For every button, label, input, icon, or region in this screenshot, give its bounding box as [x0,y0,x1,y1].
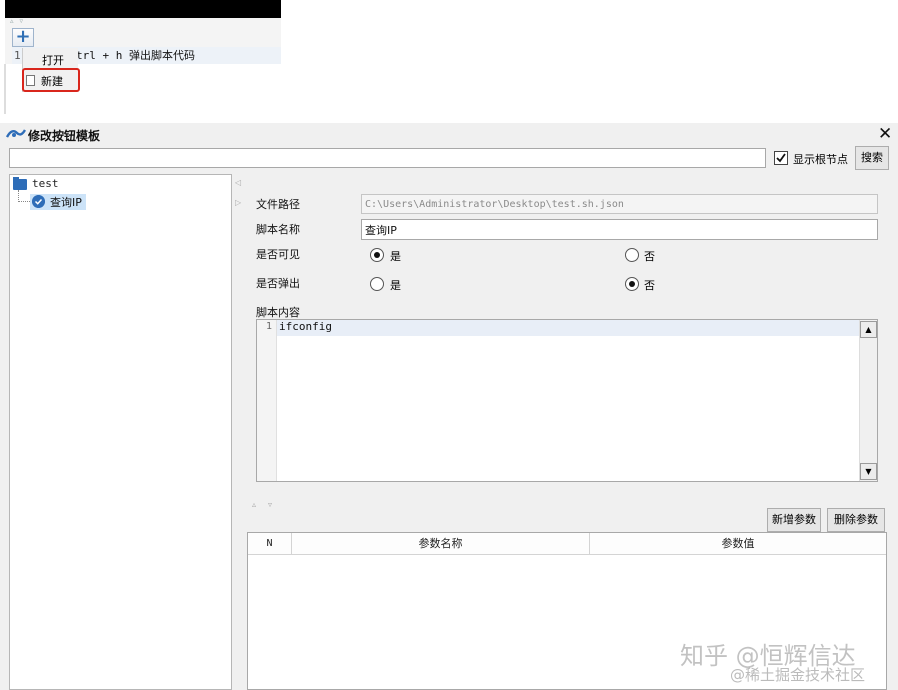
app-logo-icon [6,129,26,138]
scroll-up-arrow-icon[interactable]: ▲ [860,321,877,338]
snippet-code-hint: trl + h 弹出脚本代码 [76,49,195,62]
column-header-n[interactable]: N [248,533,292,555]
script-code-editor[interactable] [256,319,878,482]
show-root-label: 显示根节点 [793,153,848,166]
checkmark-icon [776,153,786,163]
scroll-down-arrow-icon[interactable]: ▼ [860,463,877,480]
close-icon[interactable]: ✕ [878,124,892,144]
code-text[interactable]: ifconfig [279,320,332,333]
tree-root-label[interactable]: test [32,177,59,190]
add-button[interactable]: + [12,28,34,47]
code-gutter [257,320,277,481]
visible-no-label[interactable]: 否 [644,248,655,264]
snippet-title-bar [5,0,281,18]
file-path-field[interactable] [361,194,878,214]
popup-yes-label[interactable]: 是 [390,277,401,293]
panel-split-arrows-icon[interactable]: ▵▿ [252,500,284,509]
dialog-title-bar [0,123,898,145]
popup-no-label[interactable]: 否 [644,277,655,293]
snippet-line-number: 1 [14,49,21,62]
menu-item-open[interactable]: 打开 [42,52,64,68]
dialog-title: 修改按钮模板 [28,129,101,143]
file-path-label: 文件路径 [256,198,300,211]
script-name-field[interactable] [361,219,878,240]
popup-yes-radio[interactable] [370,277,384,291]
show-root-checkbox[interactable] [774,151,788,165]
code-scrollbar[interactable] [859,320,877,481]
search-button[interactable]: 搜索 [855,146,889,170]
delete-param-button[interactable]: 删除参数 [827,508,885,532]
popup-no-radio[interactable] [625,277,639,291]
snippet-gutter [4,64,6,114]
tree-connector [18,201,30,202]
column-header-param-name[interactable]: 参数名称 [292,533,590,555]
snippet-collapse-arrows-icon[interactable]: ▵▿ [10,17,29,25]
code-line-number: 1 [266,321,273,332]
script-name-label: 脚本名称 [256,223,300,236]
add-param-button[interactable]: 新增参数 [767,508,821,532]
column-header-param-value[interactable]: 参数值 [590,533,886,555]
check-circle-icon [32,195,45,208]
code-current-line [277,320,859,336]
search-input[interactable] [9,148,766,168]
script-content-label: 脚本内容 [256,306,300,319]
folder-icon [13,179,27,190]
visible-no-radio[interactable] [625,248,639,262]
popup-label: 是否弹出 [256,277,300,290]
watermark-secondary: @稀土掘金技术社区 [730,666,866,684]
script-tree-panel [9,174,232,690]
tree-item-label[interactable]: 查询IP [50,194,82,210]
highlight-box [22,68,80,92]
visible-yes-label[interactable]: 是 [390,248,401,264]
visible-label: 是否可见 [256,248,300,261]
visible-yes-radio[interactable] [370,248,384,262]
splitter-right-arrow-icon[interactable]: ▷ [235,198,241,207]
splitter-left-arrow-icon[interactable]: ◁ [235,178,241,187]
